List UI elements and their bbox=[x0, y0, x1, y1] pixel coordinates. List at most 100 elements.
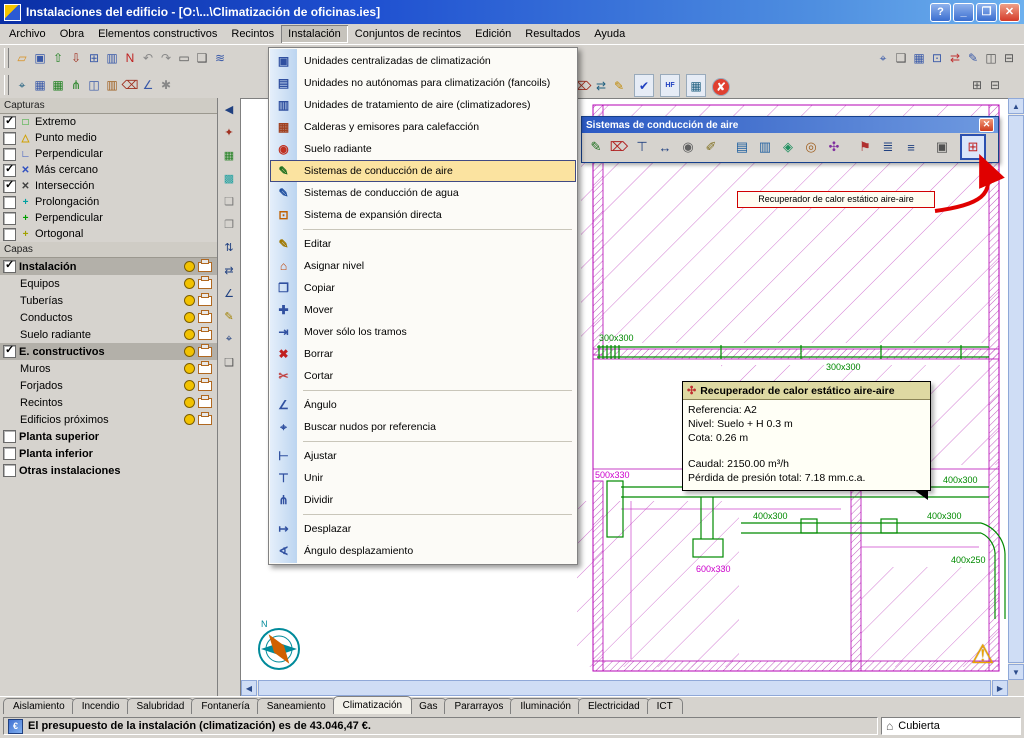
restore-button[interactable]: ❐ bbox=[976, 3, 997, 22]
layer-row[interactable]: Otras instalaciones bbox=[0, 462, 217, 479]
eraser-icon[interactable]: ⌫ bbox=[121, 74, 139, 95]
layer-row[interactable]: Tuberías bbox=[0, 292, 217, 309]
layer-row[interactable]: Recintos bbox=[0, 394, 217, 411]
unit-connect-icon[interactable]: ▣ bbox=[931, 136, 953, 158]
zoom-window-icon[interactable]: ⌖ bbox=[13, 74, 31, 95]
menu-item[interactable]: ↦ Desplazar bbox=[270, 518, 576, 540]
edit-yellow-icon[interactable]: ✎ bbox=[610, 75, 628, 96]
layer-row[interactable]: ✓ E. constructivos bbox=[0, 343, 217, 360]
layer-row[interactable]: Muros bbox=[0, 360, 217, 377]
angle-tool-icon[interactable]: ∠ bbox=[220, 285, 238, 302]
diffuser-icon[interactable]: ◈ bbox=[777, 136, 799, 158]
print-preview-icon[interactable]: ❑ bbox=[892, 47, 910, 68]
menu-item[interactable]: ⊡ Sistema de expansión directa bbox=[270, 204, 576, 226]
pan-icon[interactable]: ⇄ bbox=[220, 262, 238, 279]
capture-checkbox[interactable] bbox=[3, 228, 16, 241]
layer-color-dot[interactable] bbox=[184, 329, 195, 340]
layer-row[interactable]: ✓ Instalación bbox=[0, 258, 217, 275]
print-icon[interactable]: ▭ bbox=[175, 47, 193, 68]
open-icon[interactable]: ▱ bbox=[13, 47, 31, 68]
undo-icon[interactable]: ↶ bbox=[139, 47, 157, 68]
layer-row[interactable]: Conductos bbox=[0, 309, 217, 326]
scroll-up-icon[interactable]: ▲ bbox=[1008, 98, 1024, 114]
installation-tab[interactable]: Fontanería bbox=[191, 698, 259, 714]
duct-level-icon[interactable]: ⊤ bbox=[631, 136, 653, 158]
grid-blue-icon[interactable]: ▦ bbox=[31, 74, 49, 95]
installation-tab[interactable]: Gas bbox=[409, 698, 447, 714]
menu-item[interactable]: ✎ Sistemas de conducción de agua bbox=[270, 182, 576, 204]
scroll-left-icon[interactable]: ◀ bbox=[241, 680, 257, 696]
menu-item[interactable]: ⌂ Asignar nivel bbox=[270, 255, 576, 277]
drawings-icon[interactable]: ▥ bbox=[103, 47, 121, 68]
text-styles-icon[interactable]: N bbox=[121, 47, 139, 68]
save-icon[interactable]: ▣ bbox=[31, 47, 49, 68]
intake-icon[interactable]: ◎ bbox=[800, 136, 822, 158]
grid-green-icon[interactable]: ▦ bbox=[49, 74, 67, 95]
capture-checkbox[interactable] bbox=[3, 132, 16, 145]
tile-window-icon[interactable]: ◫ bbox=[982, 47, 1000, 68]
layer-row[interactable]: Edificios próximos bbox=[0, 411, 217, 428]
menu-item[interactable]: ✂ Cortar bbox=[270, 365, 576, 387]
minimize-button[interactable]: _ bbox=[953, 3, 974, 22]
capture-option-row[interactable]: ∟ Perpendicular bbox=[0, 146, 217, 162]
duct-edit-icon[interactable]: ✐ bbox=[700, 136, 722, 158]
menu-item[interactable]: ▣ Unidades centralizadas de climatizació… bbox=[270, 50, 576, 72]
menubar-item[interactable]: Instalación bbox=[281, 25, 348, 43]
layer-color-dot[interactable] bbox=[184, 261, 195, 272]
measure-icon[interactable]: ∠ bbox=[139, 74, 157, 95]
draw-duct-icon[interactable]: ✎ bbox=[585, 136, 607, 158]
capture-option-row[interactable]: ✓ □ Extremo bbox=[0, 114, 217, 130]
menubar-item[interactable]: Obra bbox=[53, 25, 91, 43]
scroll-right-icon[interactable]: ▶ bbox=[992, 680, 1008, 696]
installation-tab[interactable]: Electricidad bbox=[578, 698, 650, 714]
hf-hidri-icon[interactable]: HF bbox=[660, 74, 680, 97]
layer-print-icon[interactable] bbox=[198, 347, 212, 357]
menu-item[interactable]: ✚ Mover bbox=[270, 299, 576, 321]
layer-row[interactable]: Forjados bbox=[0, 377, 217, 394]
horizontal-scrollbar[interactable]: ◀ ▶ bbox=[241, 680, 1008, 696]
edit-tools-icon[interactable]: ✦ bbox=[220, 124, 238, 141]
split-view-icon[interactable]: ⇅ bbox=[220, 239, 238, 256]
return-grille-icon[interactable]: ▥ bbox=[754, 136, 776, 158]
layers-icon[interactable]: ≋ bbox=[211, 47, 229, 68]
menu-item[interactable]: ∢ Ángulo desplazamiento bbox=[270, 540, 576, 562]
capture-checkbox[interactable] bbox=[3, 148, 16, 161]
menu-item[interactable]: ⇥ Mover sólo los tramos bbox=[270, 321, 576, 343]
export-icon[interactable]: ⇧ bbox=[49, 47, 67, 68]
duct-size-icon[interactable]: ↔ bbox=[654, 136, 676, 158]
layer-row[interactable]: Suelo radiante bbox=[0, 326, 217, 343]
layer-checkbox[interactable] bbox=[3, 464, 16, 477]
layer-row[interactable]: Planta superior bbox=[0, 428, 217, 445]
menu-item[interactable]: ✎ Sistemas de conducción de aire bbox=[270, 160, 576, 182]
layer-checkbox[interactable] bbox=[3, 430, 16, 443]
layer-checkbox[interactable]: ✓ bbox=[3, 260, 16, 273]
capture-checkbox[interactable]: ✓ bbox=[3, 164, 16, 177]
layer-color-dot[interactable] bbox=[184, 278, 195, 289]
plan-icon[interactable]: ▦ bbox=[686, 74, 706, 97]
menubar-item[interactable]: Resultados bbox=[518, 25, 587, 43]
installation-tab[interactable]: Pararrayos bbox=[444, 698, 513, 714]
capture-option-row[interactable]: + Ortogonal bbox=[0, 226, 217, 242]
menu-item[interactable]: ◉ Suelo radiante bbox=[270, 138, 576, 160]
menu-item[interactable]: ⋔ Dividir bbox=[270, 489, 576, 511]
zones-icon[interactable]: ▩ bbox=[220, 170, 238, 187]
import-icon[interactable]: ⇩ bbox=[67, 47, 85, 68]
layer-row[interactable]: Planta inferior bbox=[0, 445, 217, 462]
tables-icon[interactable]: ⊞ bbox=[85, 47, 103, 68]
layer-print-icon[interactable] bbox=[198, 313, 212, 323]
supply-grille-icon[interactable]: ▤ bbox=[731, 136, 753, 158]
menubar-item[interactable]: Elementos constructivos bbox=[91, 25, 224, 43]
snap-icon[interactable]: ⌖ bbox=[220, 331, 238, 348]
print-view-icon[interactable]: ❑ bbox=[220, 354, 238, 371]
menubar-item[interactable]: Archivo bbox=[2, 25, 53, 43]
preview-icon[interactable]: ❑ bbox=[193, 47, 211, 68]
menu-item[interactable]: ✎ Editar bbox=[270, 233, 576, 255]
installation-tab[interactable]: ICT bbox=[647, 698, 683, 714]
installation-tab[interactable]: Salubridad bbox=[127, 698, 195, 714]
capture-checkbox[interactable] bbox=[3, 212, 16, 225]
columns-icon[interactable]: ◫ bbox=[85, 74, 103, 95]
damper-icon[interactable]: ⚑ bbox=[854, 136, 876, 158]
close-button[interactable]: ✕ bbox=[999, 3, 1020, 22]
capture-option-row[interactable]: + Perpendicular bbox=[0, 210, 217, 226]
duct-tools-palette[interactable]: Sistemas de conducción de aire ✕ ✎ ⌦ ⊤ ↔… bbox=[581, 116, 999, 163]
